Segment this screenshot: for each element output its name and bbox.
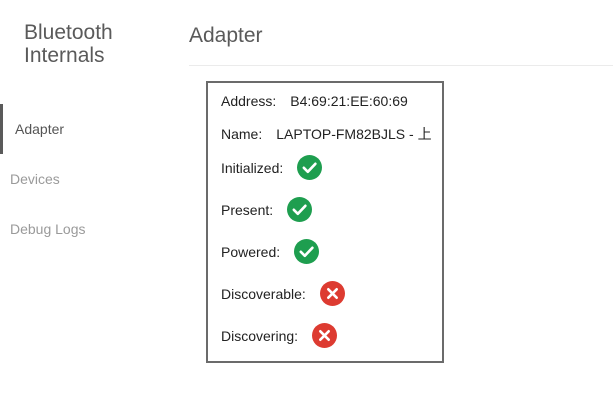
name-value: LAPTOP-FM82BJLS - 上 (276, 126, 432, 142)
address-value: B4:69:21:EE:60:69 (290, 93, 408, 109)
app-title: Bluetooth Internals (24, 21, 174, 67)
powered-row: Powered: (221, 239, 320, 264)
discoverable-label: Discoverable: (221, 285, 306, 302)
app-title-line2: Internals (24, 44, 105, 67)
sidebar-item-debug-logs[interactable]: Debug Logs (0, 204, 170, 254)
sidebar-item-devices[interactable]: Devices (0, 154, 170, 204)
present-row: Present: (221, 197, 313, 222)
discoverable-row: Discoverable: (221, 281, 345, 306)
app-title-line1: Bluetooth (24, 21, 113, 44)
present-label: Present: (221, 201, 274, 218)
powered-label: Powered: (221, 243, 281, 260)
discovering-row: Discovering: (221, 323, 338, 348)
address-row: Address: B4:69:21:EE:60:69 (221, 93, 408, 109)
check-icon (297, 155, 323, 180)
name-row: Name: LAPTOP-FM82BJLS - 上 (221, 124, 432, 144)
sidebar-nav: Adapter Devices Debug Logs (0, 104, 170, 254)
check-icon (287, 197, 313, 222)
initialized-label: Initialized: (221, 159, 284, 176)
initialized-row: Initialized: (221, 155, 323, 180)
cross-icon (312, 323, 338, 348)
address-label: Address: (221, 93, 277, 109)
bluetooth-internals-app: Bluetooth Internals Adapter Devices Debu… (0, 0, 613, 418)
name-label: Name: (221, 126, 263, 142)
page-title: Adapter (189, 24, 263, 47)
adapter-info-panel: Address: B4:69:21:EE:60:69 Name: LAPTOP-… (206, 81, 444, 363)
discovering-label: Discovering: (221, 327, 299, 344)
title-divider (189, 65, 613, 66)
check-icon (294, 239, 320, 264)
cross-icon (319, 281, 345, 306)
sidebar-item-adapter[interactable]: Adapter (0, 104, 170, 154)
